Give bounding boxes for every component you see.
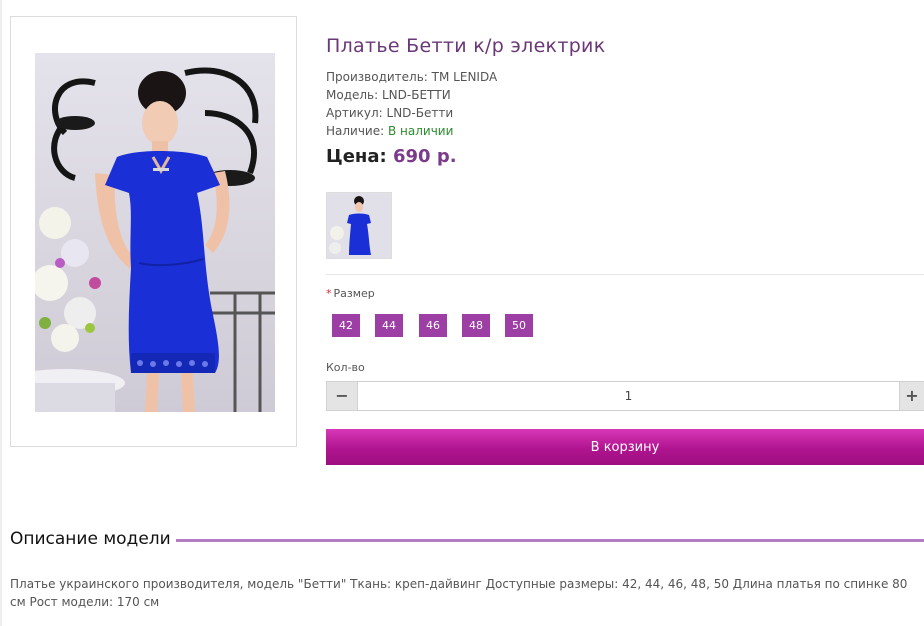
quantity-label: Кол-во (326, 361, 365, 374)
size-option-44[interactable]: 44 (375, 314, 403, 337)
price-value: 690 р. (392, 146, 457, 167)
model-row: Модель: LND-БЕТТИ (326, 86, 497, 104)
size-option-42[interactable]: 42 (332, 314, 360, 337)
manufacturer-value: TM LENIDA (431, 70, 498, 84)
size-option-46[interactable]: 46 (419, 314, 447, 337)
quantity-input[interactable] (358, 381, 899, 411)
sku-label: Артикул: (326, 106, 383, 120)
product-meta: Производитель: TM LENIDA Модель: LND-БЕТ… (326, 68, 497, 140)
options-divider (326, 274, 924, 275)
price-label: Цена: (326, 146, 387, 167)
product-photo-illustration (35, 53, 275, 412)
product-thumbnail[interactable] (326, 192, 392, 259)
product-main-photo[interactable] (35, 53, 275, 412)
size-option-50[interactable]: 50 (505, 314, 533, 337)
description-text: Платье украинского производителя, модель… (10, 577, 908, 609)
add-to-cart-button[interactable]: В корзину (326, 429, 924, 465)
size-label: * Размер (326, 287, 375, 300)
availability-label: Наличие: (326, 124, 385, 138)
page-edge (0, 0, 2, 626)
sku-value: LND-Бетти (386, 106, 454, 120)
availability-value: В наличии (388, 124, 454, 138)
product-title: Платье Бетти к/р электрик (326, 35, 606, 57)
size-label-text: Размер (333, 287, 375, 300)
product-image-frame[interactable] (10, 16, 297, 447)
description-title: Описание модели (10, 529, 171, 549)
manufacturer-row: Производитель: TM LENIDA (326, 68, 497, 86)
required-mark: * (326, 287, 332, 300)
description-title-rule (176, 539, 924, 542)
sku-row: Артикул: LND-Бетти (326, 104, 497, 122)
price-row: Цена: 690 р. (326, 146, 457, 167)
size-option-48[interactable]: 48 (462, 314, 490, 337)
model-value: LND-БЕТТИ (382, 88, 451, 102)
thumbnail-photo (327, 193, 391, 258)
quantity-decrease-button[interactable]: − (326, 381, 358, 411)
quantity-increase-button[interactable]: + (899, 381, 924, 411)
manufacturer-label: Производитель: (326, 70, 428, 84)
availability-row: Наличие: В наличии (326, 122, 497, 140)
model-label: Модель: (326, 88, 379, 102)
